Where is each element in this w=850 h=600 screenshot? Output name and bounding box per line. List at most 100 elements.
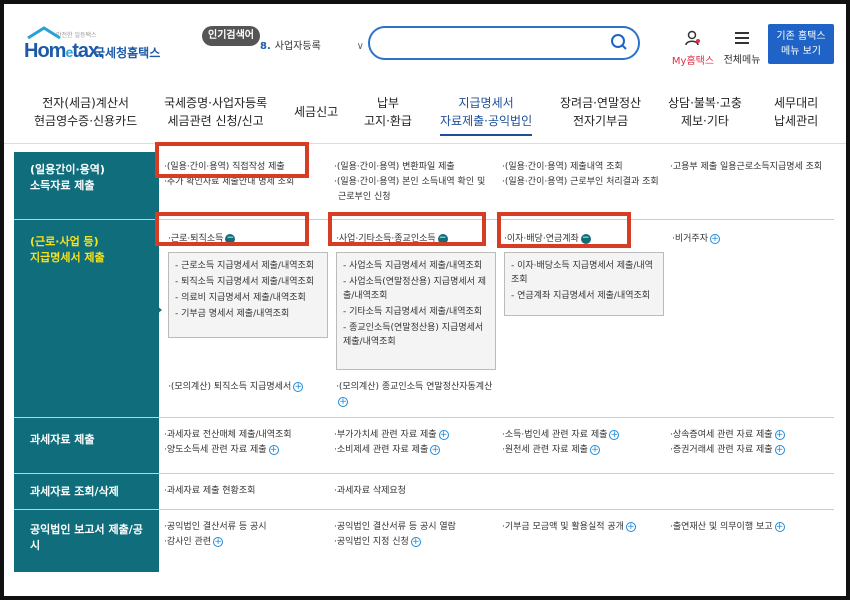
menu-link[interactable]: ·부가가치세 관련 자료 제출 xyxy=(334,430,437,440)
expand-icon[interactable]: + xyxy=(589,444,600,455)
cell: ·출연재산 및 의무이행 보고 + xyxy=(670,520,785,535)
nav-tax-agent[interactable]: 세무대리 납세관리 xyxy=(774,94,818,130)
submenu-link[interactable]: - 사업소득 지급명세서 제출/내역조회 xyxy=(343,259,489,273)
all-menu-button[interactable]: 전체메뉴 xyxy=(720,30,764,66)
submenu-link[interactable]: - 이자·배당소득 지급명세서 제출/내역 xyxy=(511,259,657,273)
search-icon[interactable] xyxy=(610,33,628,51)
nav-line2: 제보·기타 xyxy=(680,114,729,128)
row-payment-statement: (근로·사업 등) 지급명세서 제출 ·근로·퇴직소득 − - 근로소득 지급명세… xyxy=(14,220,834,418)
search-input[interactable] xyxy=(384,34,604,52)
nav-active-underline xyxy=(440,134,533,136)
cell: ·(일용·간이·용역) 변환파일 제출 ·(일용·간이·용역) 본인 소득내역 … xyxy=(334,160,485,205)
menu-link[interactable]: ·소비제세 관련 자료 제출 xyxy=(334,445,428,455)
menu-link[interactable]: ·과세자료 삭제요청 xyxy=(334,484,406,499)
nav-incentive[interactable]: 장려금·연말정산 전자기부금 xyxy=(560,94,641,130)
hometax-logo[interactable]: 안전한 일등택스 Hometax. 국세청홈택스 xyxy=(24,26,164,66)
nav-payment-statement[interactable]: 지급명세서 자료제출·공익법인 xyxy=(440,94,533,136)
submenu-link[interactable]: - 종교인소득(연말정산용) 지급명세서 xyxy=(343,321,489,335)
expand-icon[interactable]: + xyxy=(268,444,279,455)
menu-link[interactable]: ·과세자료 전산매체 제출/내역조회 xyxy=(164,428,292,443)
popular-search-select[interactable]: 8. 사업자등록 ∨ xyxy=(260,34,368,60)
expand-icon[interactable]: + xyxy=(430,444,441,455)
old-menu-line1: 기존 홈택스 xyxy=(776,31,826,42)
nav-line2: 고지·환급 xyxy=(364,114,412,128)
cell: ·과세자료 전산매체 제출/내역조회 ·양도소득세 관련 자료 제출 + xyxy=(164,428,292,458)
cell: ·공익법인 결산서류 등 공시 열람 ·공익법인 지정 신청 + xyxy=(334,520,456,550)
expand-icon[interactable]: + xyxy=(609,429,620,440)
menu-link[interactable]: ·(모의계산) 퇴직소득 지급명세서 xyxy=(168,382,291,392)
submenu-link[interactable]: - 기부금 명세서 제출/내역조회 xyxy=(175,307,321,321)
submenu-link[interactable]: - 기타소득 지급명세서 제출/내역조회 xyxy=(343,305,489,319)
expand-icon[interactable]: + xyxy=(438,429,449,440)
submenu-link[interactable]: - 의료비 지급명세서 제출/내역조회 xyxy=(175,291,321,305)
cell: ·과세자료 제출 현황조회 xyxy=(164,484,255,499)
menu-link[interactable]: ·출연재산 및 의무이행 보고 xyxy=(670,522,773,532)
row-tax-data-query: 과세자료 조회/삭제 ·과세자료 제출 현황조회 ·과세자료 삭제요청 xyxy=(14,474,834,510)
menu-link[interactable]: ·감사인 관련 xyxy=(164,537,211,547)
menu-link[interactable]: ·공익법인 결산서류 등 공시 xyxy=(164,520,267,535)
myhometax-button[interactable]: My홈택스 xyxy=(668,30,718,67)
row-header: 과세자료 조회/삭제 xyxy=(14,474,159,509)
submenu-link[interactable]: - 사업소득(연말정산용) 지급명세서 제 xyxy=(343,275,489,289)
old-hometax-menu-button[interactable]: 기존 홈택스 메뉴 보기 xyxy=(768,24,834,64)
menu-link[interactable]: ·원천세 관련 자료 제출 xyxy=(502,445,588,455)
main-nav: 전자(세금)계산서 현금영수증·신용카드 국세증명·사업자등록 세금관련 신청/… xyxy=(4,82,846,144)
row-pointer-icon xyxy=(157,306,162,314)
menu-link[interactable]: ·고용부 제출 일용근로소득지급명세 조회 xyxy=(670,160,822,175)
expand-icon[interactable]: + xyxy=(774,429,785,440)
menu-link[interactable]: ·(일용·간이·용역) 변환파일 제출 xyxy=(334,160,485,175)
expand-icon[interactable]: + xyxy=(293,381,304,392)
cell: ·부가가치세 관련 자료 제출 + ·소비제세 관련 자료 제출 + xyxy=(334,428,449,458)
row-header-line1: (일용간이·용역) xyxy=(30,163,105,176)
menu-link[interactable]: ·과세자료 제출 현황조회 xyxy=(164,484,255,499)
menu-link[interactable]: ·상속증여세 관련 자료 제출 xyxy=(670,430,773,440)
submenu-link[interactable]: - 근로소득 지급명세서 제출/내역조회 xyxy=(175,259,321,273)
expand-icon[interactable]: + xyxy=(774,521,785,532)
menu-link[interactable]: ·(일용·간이·용역) 근로부인 처리결과 조회 xyxy=(502,175,659,190)
nav-consult[interactable]: 상담·불복·고충 제보·기타 xyxy=(668,94,742,130)
expand-icon[interactable]: + xyxy=(213,536,224,547)
popular-term: 사업자등록 xyxy=(274,41,321,52)
nav-line1: 지급명세서 xyxy=(458,96,514,110)
nav-line1: 세금신고 xyxy=(294,105,339,119)
cell: ·(모의계산) 종교인소득 연말정산자동계산 + xyxy=(336,380,492,410)
chevron-down-icon: ∨ xyxy=(356,41,364,52)
myhometax-label: My홈택스 xyxy=(671,56,715,67)
menu-link[interactable]: ·공익법인 지정 신청 xyxy=(334,537,409,547)
menu-link[interactable]: ·(일용·간이·용역) 본인 소득내역 확인 및 xyxy=(334,175,485,190)
nav-tax-filing[interactable]: 세금신고 xyxy=(294,103,338,121)
nav-e-invoice[interactable]: 전자(세금)계산서 현금영수증·신용카드 xyxy=(34,94,137,130)
menu-link[interactable]: ·(모의계산) 종교인소득 연말정산자동계산 xyxy=(336,382,492,392)
nav-payment[interactable]: 납부 고지·환급 xyxy=(364,94,412,130)
menu-link[interactable]: ·양도소득세 관련 자료 제출 xyxy=(164,445,267,455)
expand-icon[interactable]: + xyxy=(338,396,348,407)
submenu-link[interactable]: - 퇴직소득 지급명세서 제출/내역조회 xyxy=(175,275,321,289)
expand-icon[interactable]: + xyxy=(410,536,421,547)
menu-link-cont[interactable]: 근로부인 신청 xyxy=(334,190,485,205)
popular-rank: 8. xyxy=(260,41,271,52)
highlight-box xyxy=(497,212,631,248)
expand-icon[interactable]: + xyxy=(774,444,785,455)
highlight-box xyxy=(155,142,309,178)
nav-certificate[interactable]: 국세증명·사업자등록 세금관련 신청/신고 xyxy=(164,94,267,130)
all-menu-label: 전체메뉴 xyxy=(723,55,761,66)
menu-link[interactable]: ·기부금 모금액 및 활용실적 공개 xyxy=(502,522,624,532)
menu-link-nonresident[interactable]: ·비거주자 xyxy=(672,234,708,244)
menu-link[interactable]: ·증권거래세 관련 자료 제출 xyxy=(670,445,773,455)
submenu-link-cont[interactable]: 제출/내역조회 xyxy=(343,335,489,349)
row-daily-income: (일용간이·용역) 소득자료 제출 ·(일용·간이·용역) 직접작성 제출 ·추… xyxy=(14,152,834,220)
expand-icon[interactable]: + xyxy=(625,521,636,532)
expand-icon[interactable]: + xyxy=(709,233,720,244)
cell: ·비거주자 + xyxy=(672,232,720,247)
menu-link[interactable]: ·소득·법인세 관련 자료 제출 xyxy=(502,430,607,440)
submenu-link-cont[interactable]: 출/내역조회 xyxy=(343,289,489,303)
menu-link[interactable]: ·(일용·간이·용역) 제출내역 조회 xyxy=(502,160,659,175)
logo-korean: 국세청홈택스 xyxy=(94,46,161,60)
menu-link[interactable]: ·공익법인 결산서류 등 공시 열람 xyxy=(334,520,456,535)
submenu-link[interactable]: - 연금계좌 지급명세서 제출/내역조회 xyxy=(511,289,657,303)
submenu-link-cont[interactable]: 조회 xyxy=(511,273,657,287)
submenu-labor-retire: - 근로소득 지급명세서 제출/내역조회 - 퇴직소득 지급명세서 제출/내역조… xyxy=(168,252,328,338)
user-icon xyxy=(685,30,700,46)
search-box xyxy=(368,26,640,60)
row-public-interest: 공익법인 보고서 제출/공시 ·공익법인 결산서류 등 공시 ·감사인 관련 + … xyxy=(14,510,834,572)
